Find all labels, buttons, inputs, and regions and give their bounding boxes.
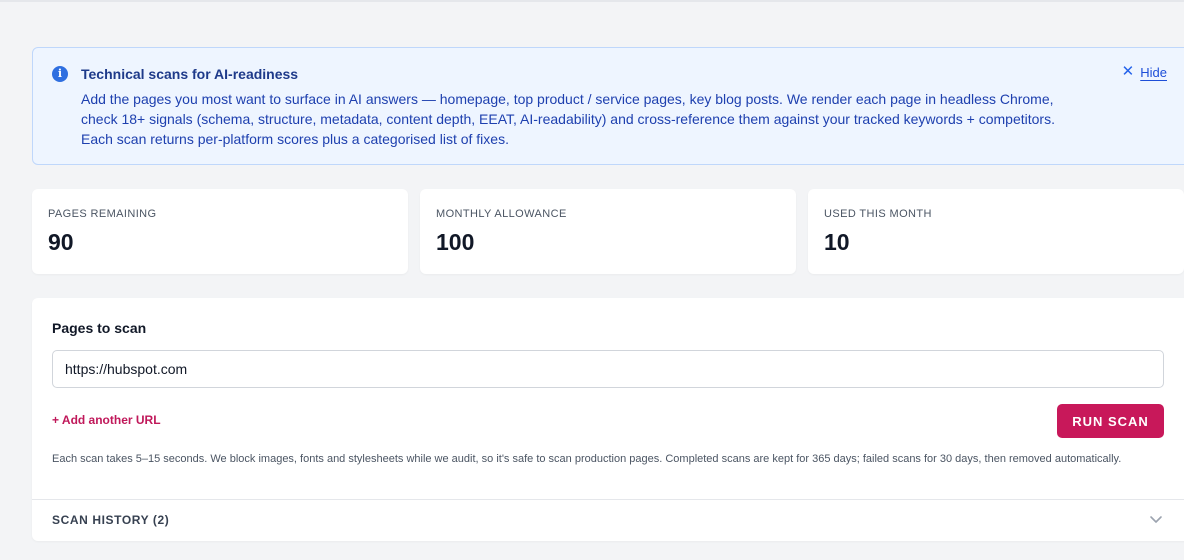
info-icon: i	[52, 66, 68, 82]
url-input[interactable]	[52, 350, 1164, 388]
stat-value: 10	[824, 229, 850, 255]
stat-card-used-this-month: USED THIS MONTH 10	[808, 189, 1184, 274]
info-banner: i Technical scans for AI-readiness Add t…	[32, 47, 1184, 165]
hide-banner-button[interactable]: ✕ Hide	[1122, 64, 1167, 80]
scan-history-toggle[interactable]: SCAN HISTORY (2)	[32, 500, 1184, 541]
run-scan-button[interactable]: RUN SCAN	[1057, 404, 1164, 438]
close-icon: ✕	[1121, 63, 1135, 80]
stat-value: 90	[48, 229, 74, 255]
add-url-link[interactable]: + Add another URL	[52, 413, 161, 427]
scan-history-label: SCAN HISTORY (2)	[52, 513, 170, 527]
hide-banner-label: Hide	[1140, 64, 1167, 80]
stat-card-pages-remaining: PAGES REMAINING 90	[32, 189, 408, 274]
scan-help-text: Each scan takes 5–15 seconds. We block i…	[52, 453, 1122, 465]
chevron-down-icon	[1150, 516, 1162, 523]
scan-panel: Pages to scan + Add another URL RUN SCAN…	[32, 298, 1184, 541]
pages-to-scan-title: Pages to scan	[52, 320, 147, 336]
stat-card-monthly-allowance: MONTHLY ALLOWANCE 100	[420, 189, 796, 274]
stat-label: USED THIS MONTH	[824, 208, 932, 220]
banner-title: Technical scans for AI-readiness	[81, 66, 299, 82]
stat-label: PAGES REMAINING	[48, 208, 157, 220]
stat-label: MONTHLY ALLOWANCE	[436, 208, 567, 220]
top-divider	[0, 0, 1184, 2]
banner-body: Add the pages you most want to surface i…	[81, 91, 1055, 147]
stat-value: 100	[436, 229, 475, 255]
